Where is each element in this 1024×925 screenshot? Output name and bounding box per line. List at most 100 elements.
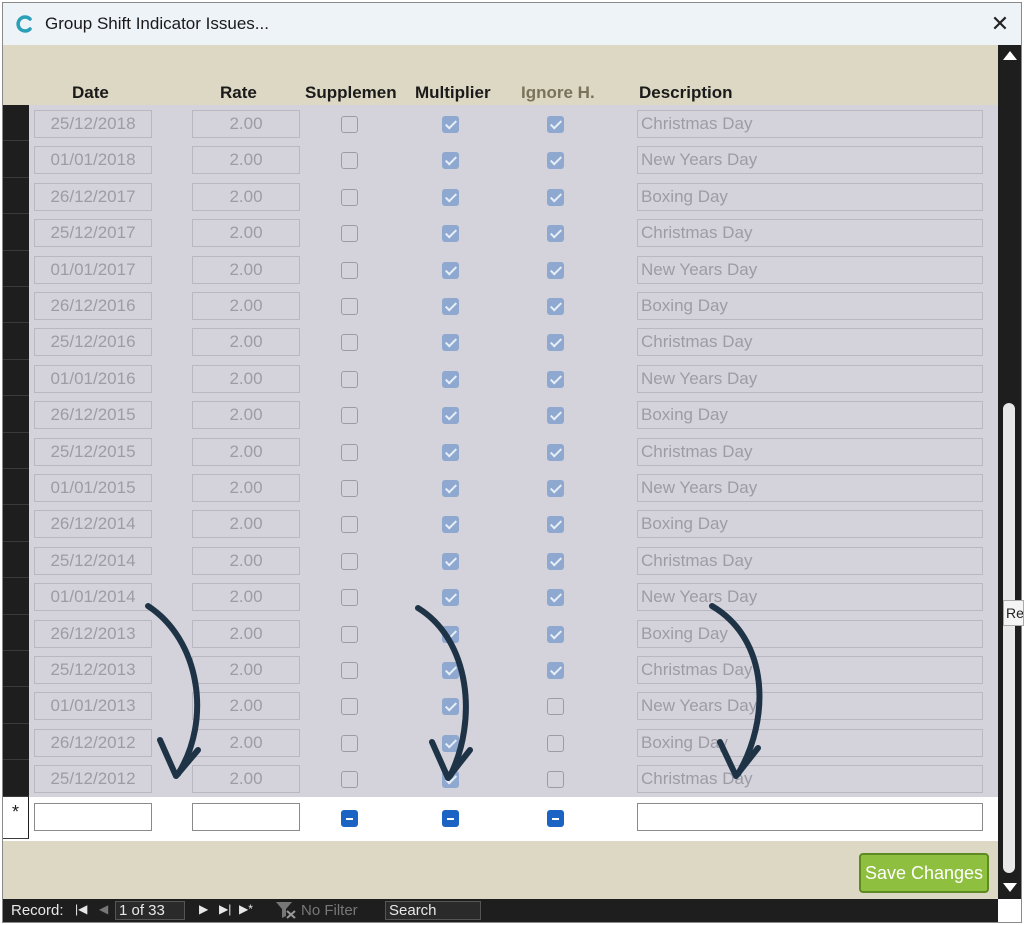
ignore-holidays-checkbox[interactable] bbox=[547, 443, 564, 461]
close-icon[interactable]: ✕ bbox=[991, 11, 1009, 36]
description-field[interactable]: New Years Day bbox=[637, 255, 983, 284]
ignore-holidays-checkbox[interactable] bbox=[547, 152, 564, 170]
record-selector[interactable] bbox=[3, 614, 29, 651]
first-record-icon[interactable]: |◀ bbox=[75, 902, 87, 916]
rate-field[interactable]: 2.00 bbox=[192, 219, 300, 248]
supplement-checkbox[interactable] bbox=[341, 370, 358, 388]
new-description-input[interactable] bbox=[637, 802, 983, 831]
new-record-icon[interactable]: ▶* bbox=[239, 902, 253, 916]
record-selector[interactable] bbox=[3, 760, 29, 797]
multiplier-checkbox[interactable] bbox=[442, 188, 459, 206]
rate-field[interactable]: 2.00 bbox=[192, 437, 300, 466]
record-selector[interactable] bbox=[3, 214, 29, 251]
new-multiplier-checkbox[interactable] bbox=[442, 809, 459, 827]
ignore-holidays-checkbox[interactable] bbox=[547, 225, 564, 243]
rate-field[interactable]: 2.00 bbox=[192, 728, 300, 757]
record-selector[interactable] bbox=[3, 432, 29, 469]
record-selector[interactable] bbox=[3, 651, 29, 688]
record-selector[interactable] bbox=[3, 250, 29, 287]
description-field[interactable]: Christmas Day bbox=[637, 546, 983, 575]
date-field[interactable]: 26/12/2015 bbox=[34, 401, 152, 430]
filter-icon[interactable] bbox=[275, 901, 297, 919]
vertical-scrollbar[interactable] bbox=[998, 45, 1021, 899]
multiplier-checkbox[interactable] bbox=[442, 298, 459, 315]
date-field[interactable]: 25/12/2013 bbox=[34, 656, 152, 684]
date-field[interactable]: 01/01/2017 bbox=[34, 255, 152, 284]
rate-field[interactable]: 2.00 bbox=[192, 546, 300, 575]
ignore-holidays-checkbox[interactable] bbox=[547, 480, 564, 497]
date-field[interactable]: 26/12/2017 bbox=[34, 182, 152, 211]
description-field[interactable]: Boxing Day bbox=[637, 182, 983, 211]
rate-field[interactable]: 2.00 bbox=[192, 146, 300, 175]
date-field[interactable]: 01/01/2016 bbox=[34, 364, 152, 393]
record-selector[interactable] bbox=[3, 469, 29, 506]
ignore-holidays-checkbox[interactable] bbox=[547, 552, 564, 570]
ignore-holidays-checkbox[interactable] bbox=[547, 298, 564, 315]
new-ignore-holidays-checkbox[interactable] bbox=[547, 809, 564, 827]
record-selector[interactable] bbox=[3, 505, 29, 542]
record-selector[interactable] bbox=[3, 541, 29, 579]
ignore-holidays-checkbox[interactable] bbox=[547, 370, 564, 388]
description-field[interactable]: Christmas Day bbox=[637, 328, 983, 357]
description-field[interactable]: Boxing Day bbox=[637, 401, 983, 430]
ignore-holidays-checkbox[interactable] bbox=[547, 116, 564, 133]
ignore-holidays-checkbox[interactable] bbox=[547, 589, 564, 607]
multiplier-checkbox[interactable] bbox=[442, 625, 459, 643]
record-position-field[interactable]: 1 of 33 bbox=[115, 901, 185, 920]
close-button[interactable]: ✕ bbox=[987, 11, 1013, 37]
record-selector[interactable] bbox=[3, 723, 29, 761]
date-field[interactable]: 26/12/2016 bbox=[34, 292, 152, 320]
date-field[interactable]: 25/12/2012 bbox=[34, 765, 152, 794]
rate-field[interactable]: 2.00 bbox=[192, 255, 300, 284]
multiplier-checkbox[interactable] bbox=[442, 443, 459, 461]
ignore-holidays-checkbox[interactable] bbox=[547, 188, 564, 206]
multiplier-checkbox[interactable] bbox=[442, 516, 459, 534]
multiplier-checkbox[interactable] bbox=[442, 261, 459, 279]
rate-field[interactable]: 2.00 bbox=[192, 583, 300, 612]
ignore-holidays-checkbox[interactable] bbox=[547, 662, 564, 679]
supplement-checkbox[interactable] bbox=[341, 698, 358, 716]
supplement-checkbox[interactable] bbox=[341, 625, 358, 643]
multiplier-checkbox[interactable] bbox=[442, 662, 459, 679]
supplement-checkbox[interactable] bbox=[341, 771, 358, 789]
multiplier-checkbox[interactable] bbox=[442, 116, 459, 133]
description-field[interactable]: New Years Day bbox=[637, 583, 983, 612]
search-field[interactable]: Search bbox=[385, 901, 481, 920]
supplement-checkbox[interactable] bbox=[341, 188, 358, 206]
supplement-checkbox[interactable] bbox=[341, 516, 358, 534]
new-rate-input[interactable] bbox=[192, 802, 300, 831]
date-field[interactable]: 25/12/2014 bbox=[34, 546, 152, 575]
rate-field[interactable]: 2.00 bbox=[192, 328, 300, 357]
next-record-icon[interactable]: ▶ bbox=[199, 902, 208, 916]
ignore-holidays-checkbox[interactable] bbox=[547, 625, 564, 643]
description-field[interactable]: Christmas Day bbox=[637, 219, 983, 248]
multiplier-checkbox[interactable] bbox=[442, 152, 459, 170]
record-selector[interactable] bbox=[3, 578, 29, 615]
description-field[interactable]: New Years Day bbox=[637, 146, 983, 175]
description-field[interactable]: Christmas Day bbox=[637, 656, 983, 684]
ignore-holidays-checkbox[interactable] bbox=[547, 407, 564, 425]
description-field[interactable]: Boxing Day bbox=[637, 728, 983, 757]
new-supplement-checkbox[interactable] bbox=[341, 809, 358, 827]
date-field[interactable]: 01/01/2018 bbox=[34, 146, 152, 175]
record-selector[interactable] bbox=[3, 359, 29, 397]
description-field[interactable]: Boxing Day bbox=[637, 510, 983, 539]
rate-field[interactable]: 2.00 bbox=[192, 182, 300, 211]
multiplier-checkbox[interactable] bbox=[442, 552, 459, 570]
description-field[interactable]: New Years Day bbox=[637, 474, 983, 502]
rate-field[interactable]: 2.00 bbox=[192, 110, 300, 138]
ignore-holidays-checkbox[interactable] bbox=[547, 516, 564, 534]
record-selector[interactable] bbox=[3, 396, 29, 433]
rate-field[interactable]: 2.00 bbox=[192, 692, 300, 721]
multiplier-checkbox[interactable] bbox=[442, 407, 459, 425]
description-field[interactable]: Boxing Day bbox=[637, 292, 983, 320]
new-date-input[interactable] bbox=[34, 802, 152, 831]
rate-field[interactable]: 2.00 bbox=[192, 474, 300, 502]
supplement-checkbox[interactable] bbox=[341, 589, 358, 607]
ignore-holidays-checkbox[interactable] bbox=[547, 734, 564, 752]
description-field[interactable]: Boxing Day bbox=[637, 619, 983, 648]
multiplier-checkbox[interactable] bbox=[442, 480, 459, 497]
record-selector[interactable] bbox=[3, 687, 29, 724]
rate-field[interactable]: 2.00 bbox=[192, 619, 300, 648]
previous-record-icon[interactable]: ◀ bbox=[99, 902, 108, 916]
